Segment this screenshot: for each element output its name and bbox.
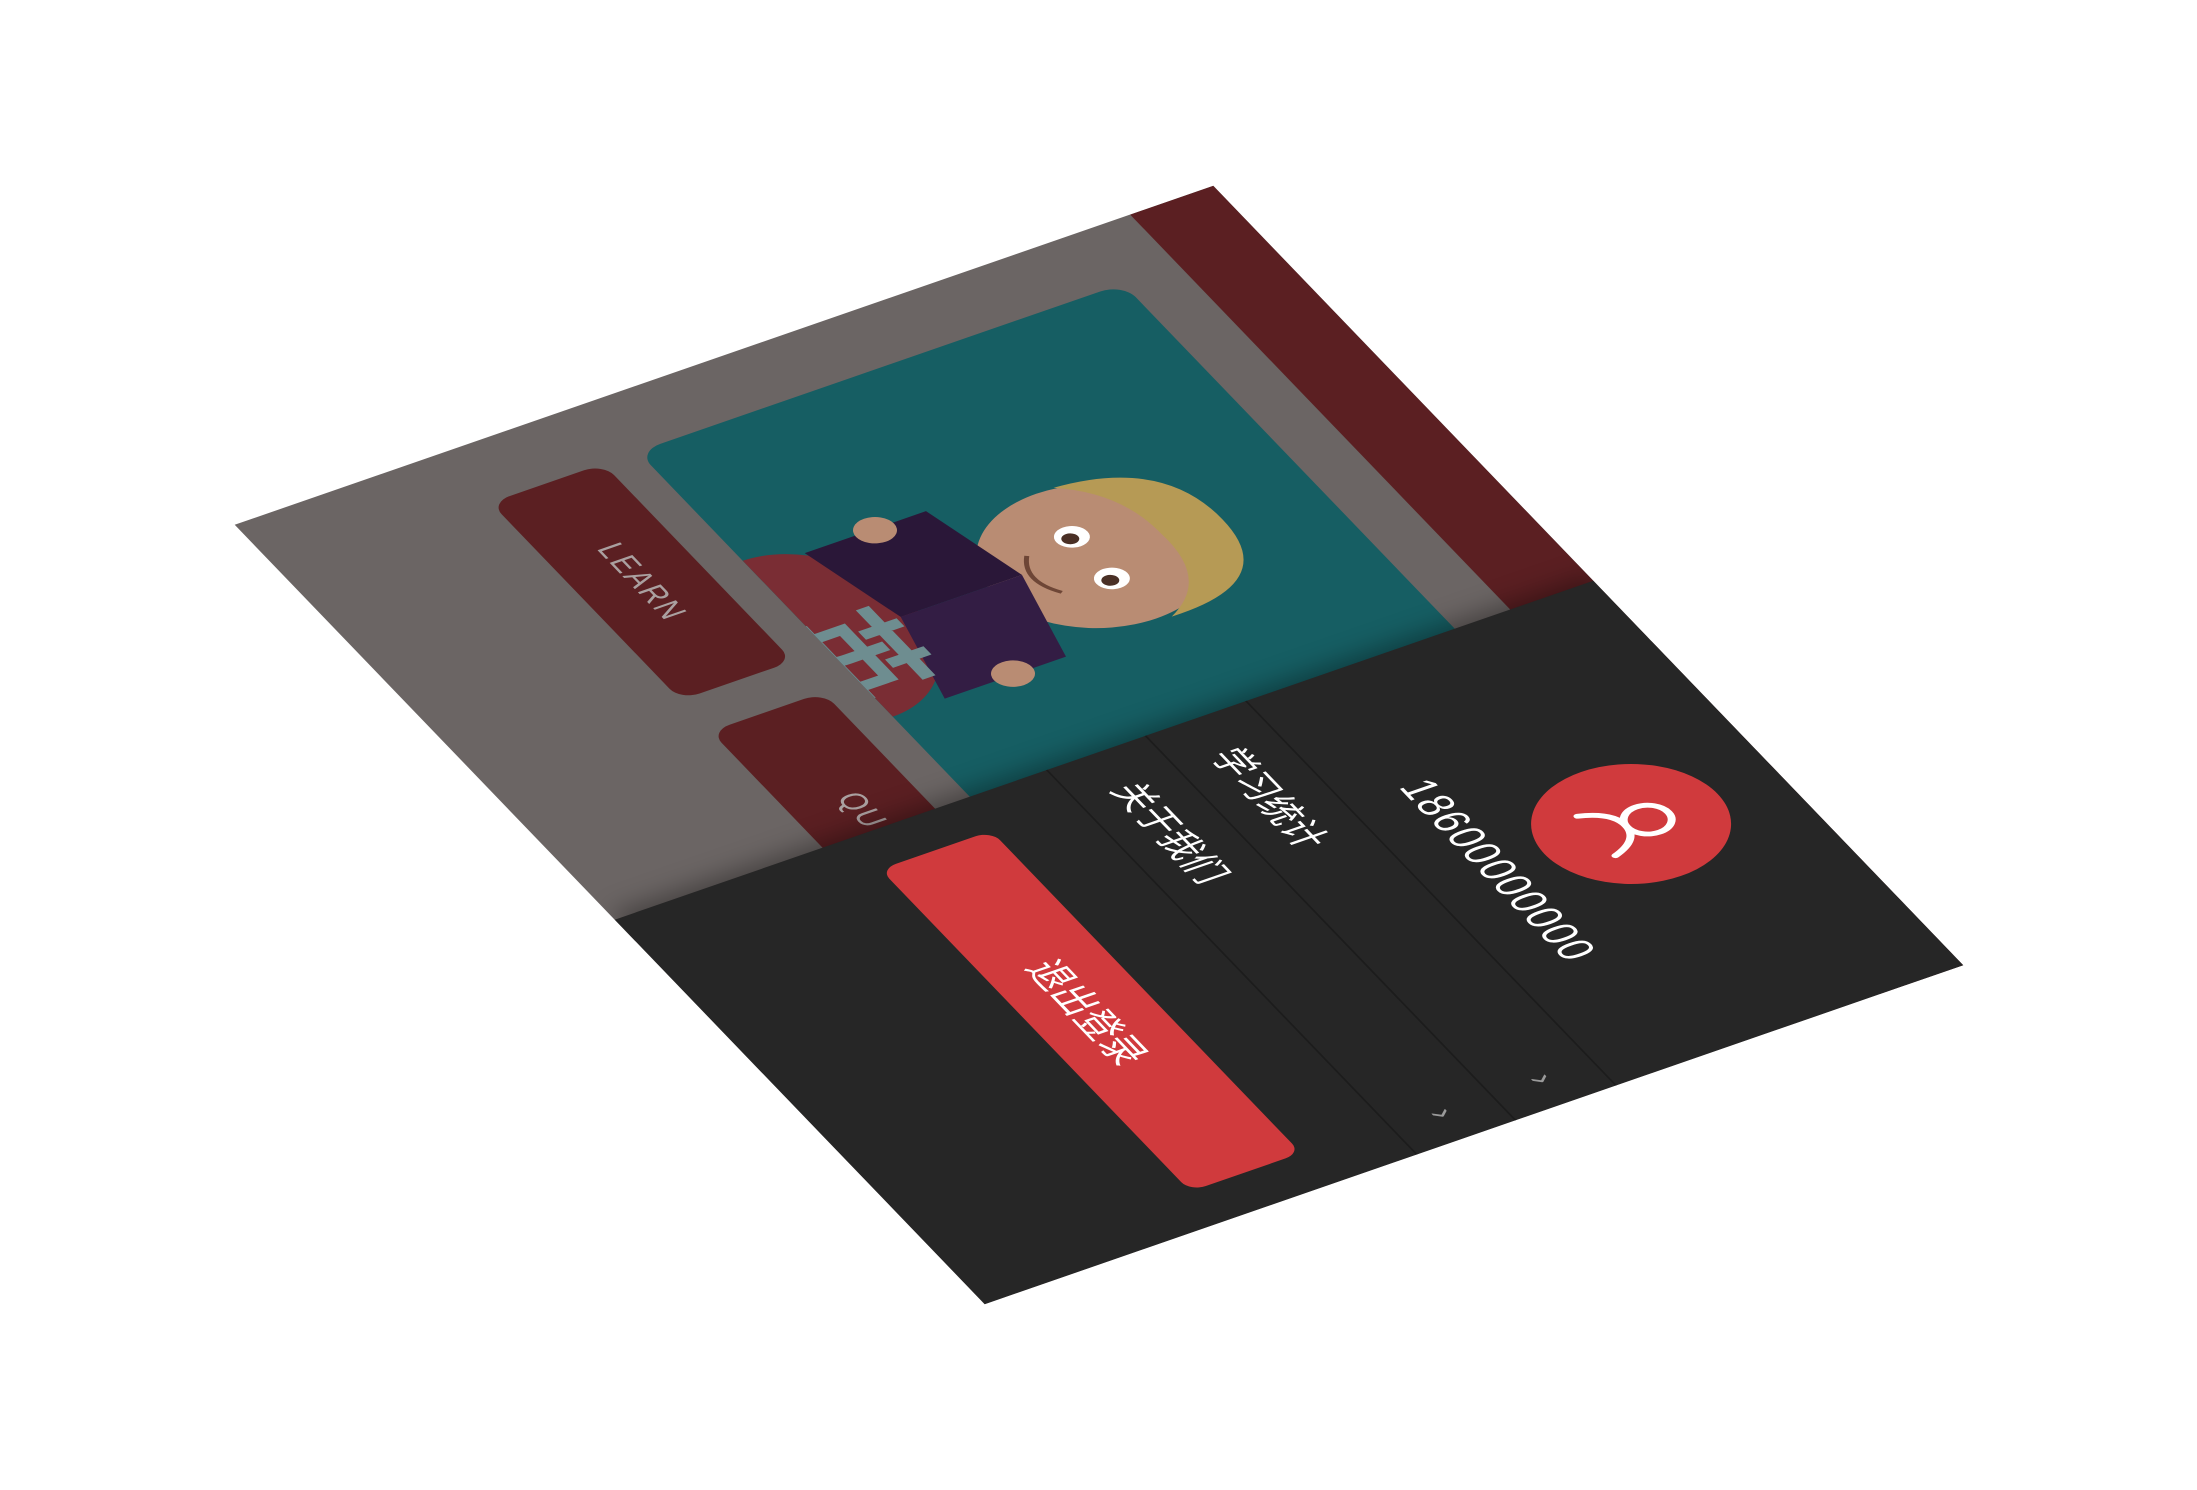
chevron-right-icon: ›: [1520, 1068, 1566, 1089]
chevron-right-icon: ›: [1420, 1102, 1466, 1124]
side-drawer: 18600000000 学习统计 › 关于我们 › 退出登录: [614, 580, 1964, 1305]
app-screen: 英 LEARN QU 18600000000 学习统计 › 关于我们 › 退出登…: [234, 185, 1964, 1305]
user-icon: [1573, 802, 1676, 859]
